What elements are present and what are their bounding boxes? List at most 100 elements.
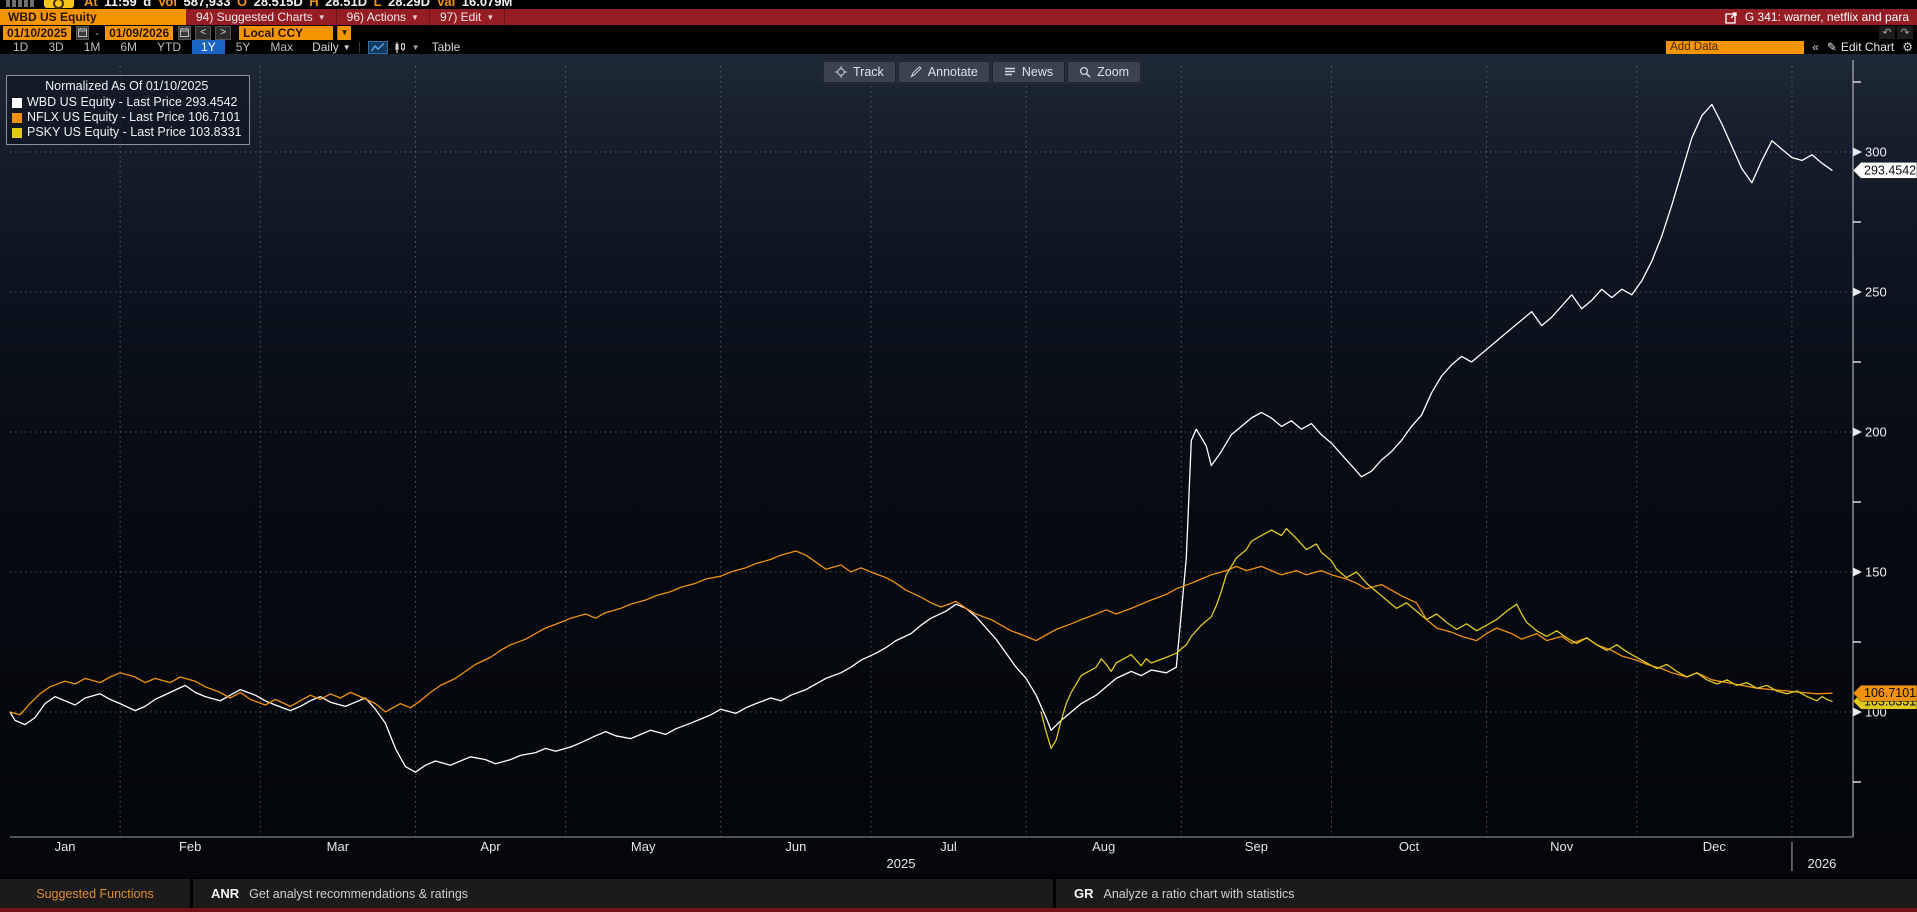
price-field-label: O [236, 0, 254, 9]
x-axis-month-label: Feb [179, 839, 201, 854]
range-tab-max[interactable]: Max [261, 40, 302, 54]
x-axis-month-label: Nov [1550, 839, 1574, 854]
legend-entry-label: NFLX US Equity - Last Price 106.7101 [27, 110, 241, 124]
price-field-label: Vol [157, 0, 184, 9]
news-lines-icon [1004, 66, 1016, 78]
end-date-input[interactable]: 01/09/2026 [105, 25, 174, 40]
calendar-icon[interactable] [178, 25, 192, 40]
legend-swatch-icon [12, 127, 22, 138]
zoom-button[interactable]: Zoom [1067, 61, 1142, 83]
annotate-button[interactable]: Annotate [897, 61, 990, 83]
date-bar: 01/10/2025 - 01/09/2026 < > Local CCY ▼ … [0, 25, 1917, 40]
chart-settings-gear-icon[interactable]: ⚙ [1902, 40, 1913, 54]
y-axis-label: 300 [1865, 145, 1887, 160]
calendar-icon[interactable] [76, 25, 90, 40]
caret-down-icon: ▼ [317, 12, 326, 22]
legend-swatch-icon [12, 112, 22, 123]
last-price-badge-value: 106.7101 [1864, 686, 1916, 700]
button-label: News [1021, 65, 1054, 79]
menu-item-label: 97) Edit [439, 10, 482, 24]
security-price-line: At 11:59 d Vol 587,933 O 28.515D H 28.51… [0, 0, 1917, 9]
price-field-value: 587,933 [183, 0, 237, 9]
minor-tick [1853, 641, 1861, 643]
security-field[interactable]: WBD US Equity [0, 9, 186, 25]
key-icon[interactable] [44, 0, 74, 9]
price-field-label: Val [436, 0, 462, 9]
menu-item[interactable]: 94) Suggested Charts ▼ [186, 9, 337, 25]
track-button[interactable]: Track [823, 61, 896, 83]
currency-dropdown-icon[interactable]: ▼ [337, 25, 352, 40]
major-tick-icon [1853, 567, 1862, 577]
major-tick-icon [1853, 287, 1862, 297]
y-axis-label: 200 [1865, 425, 1887, 440]
pencil-icon: ✎ [1826, 40, 1837, 54]
chart-title: G 341: warner, netflix and para [1744, 10, 1909, 24]
minor-tick [1853, 501, 1861, 503]
currency-select[interactable]: Local CCY [239, 25, 334, 40]
x-axis-year-label: 2026 [1807, 856, 1836, 871]
range-tab-6m[interactable]: 6M [111, 40, 146, 54]
price-field-label: At [84, 0, 105, 9]
range-tab-1y[interactable]: 1Y [192, 40, 225, 54]
series-line [9, 103, 1833, 773]
edit-chart-label: Edit Chart [1840, 40, 1895, 54]
range-tabs: 1D 3D 1M 6M YTD 1Y 5Y Max [4, 40, 302, 54]
chart-type-dropdown-icon[interactable]: ▼ [412, 43, 420, 52]
minor-tick [1853, 781, 1861, 783]
x-axis-month-label: Jun [785, 839, 806, 854]
drag-grip-icon[interactable] [6, 0, 34, 7]
next-period-button[interactable]: > [215, 25, 232, 40]
legend-entry-label: PSKY US Equity - Last Price 103.8331 [27, 125, 242, 139]
period-select[interactable]: Daily ▼ [312, 40, 351, 54]
prev-period-button[interactable]: < [195, 25, 212, 40]
menu-item[interactable]: 97) Edit ▼ [430, 9, 506, 25]
menu-item-label: 94) Suggested Charts [196, 10, 313, 24]
chart-toolbar: Track Annotate News Zoom [822, 60, 1143, 84]
y-axis-label: 150 [1865, 565, 1887, 580]
news-button[interactable]: News [991, 61, 1066, 83]
suggested-functions-cell: Suggested Functions [0, 879, 190, 908]
hint-desc: Analyze a ratio chart with statistics [1103, 886, 1295, 901]
add-data-input[interactable]: Add Data [1666, 40, 1805, 54]
price-field-value: 16.079M [461, 0, 519, 9]
edit-chart-button[interactable]: ✎ Edit Chart [1827, 40, 1894, 54]
series-line [1040, 527, 1833, 750]
caret-down-icon: ▼ [486, 12, 495, 22]
collapse-panel-icon[interactable]: « [1812, 40, 1819, 54]
x-axis-month-label: Sep [1245, 839, 1268, 854]
range-tab-1d[interactable]: 1D [4, 40, 37, 54]
candle-chart-type-button[interactable] [390, 41, 410, 54]
menu-item[interactable]: 96) Actions ▼ [337, 9, 430, 25]
table-button[interactable]: Table [432, 40, 461, 54]
legend-entry[interactable]: WBD US Equity - Last Price 293.4542 [12, 95, 241, 110]
legend-entry[interactable]: PSKY US Equity - Last Price 103.8331 [12, 125, 241, 140]
line-chart-type-button[interactable] [367, 40, 388, 54]
hint-anr[interactable]: ANR Get analyst recommendations & rating… [193, 879, 1053, 908]
start-date-input[interactable]: 01/10/2025 [3, 25, 72, 40]
major-tick-icon [1853, 427, 1862, 437]
legend-entry[interactable]: NFLX US Equity - Last Price 106.7101 [12, 110, 241, 125]
x-axis-month-label: May [631, 839, 656, 854]
price-field-value: 28.51D [325, 0, 374, 9]
button-label: Track [853, 65, 884, 79]
menu-item-label: 96) Actions [346, 10, 407, 24]
minor-tick [1853, 81, 1861, 83]
date-range-separator: - [95, 25, 100, 40]
x-axis-year-label: 2025 [887, 856, 916, 871]
redo-icon[interactable]: ↷ [1897, 26, 1913, 39]
legend-title: Normalized As Of 01/10/2025 [45, 79, 209, 93]
bloomberg-terminal-window: At 11:59 d Vol 587,933 O 28.515D H 28.51… [0, 0, 1917, 912]
range-tab-ytd[interactable]: YTD [148, 40, 190, 54]
hint-gr[interactable]: GR Analyze a ratio chart with statistics [1056, 879, 1917, 908]
hint-key: ANR [211, 886, 240, 901]
price-chart-plot[interactable]: 100150200250300Jan Feb Mar Apr May Jun Jul Aug S… [0, 54, 1917, 877]
price-field-value: d [143, 0, 158, 9]
price-field-label: L [373, 0, 389, 9]
undo-icon[interactable]: ↶ [1879, 26, 1895, 39]
range-tab-5y[interactable]: 5Y [227, 40, 260, 54]
period-label: Daily [312, 40, 339, 54]
export-icon[interactable] [1725, 11, 1738, 24]
x-axis-month-label: Aug [1092, 839, 1115, 854]
range-tab-3d[interactable]: 3D [39, 40, 72, 54]
range-tab-1m[interactable]: 1M [75, 40, 110, 54]
